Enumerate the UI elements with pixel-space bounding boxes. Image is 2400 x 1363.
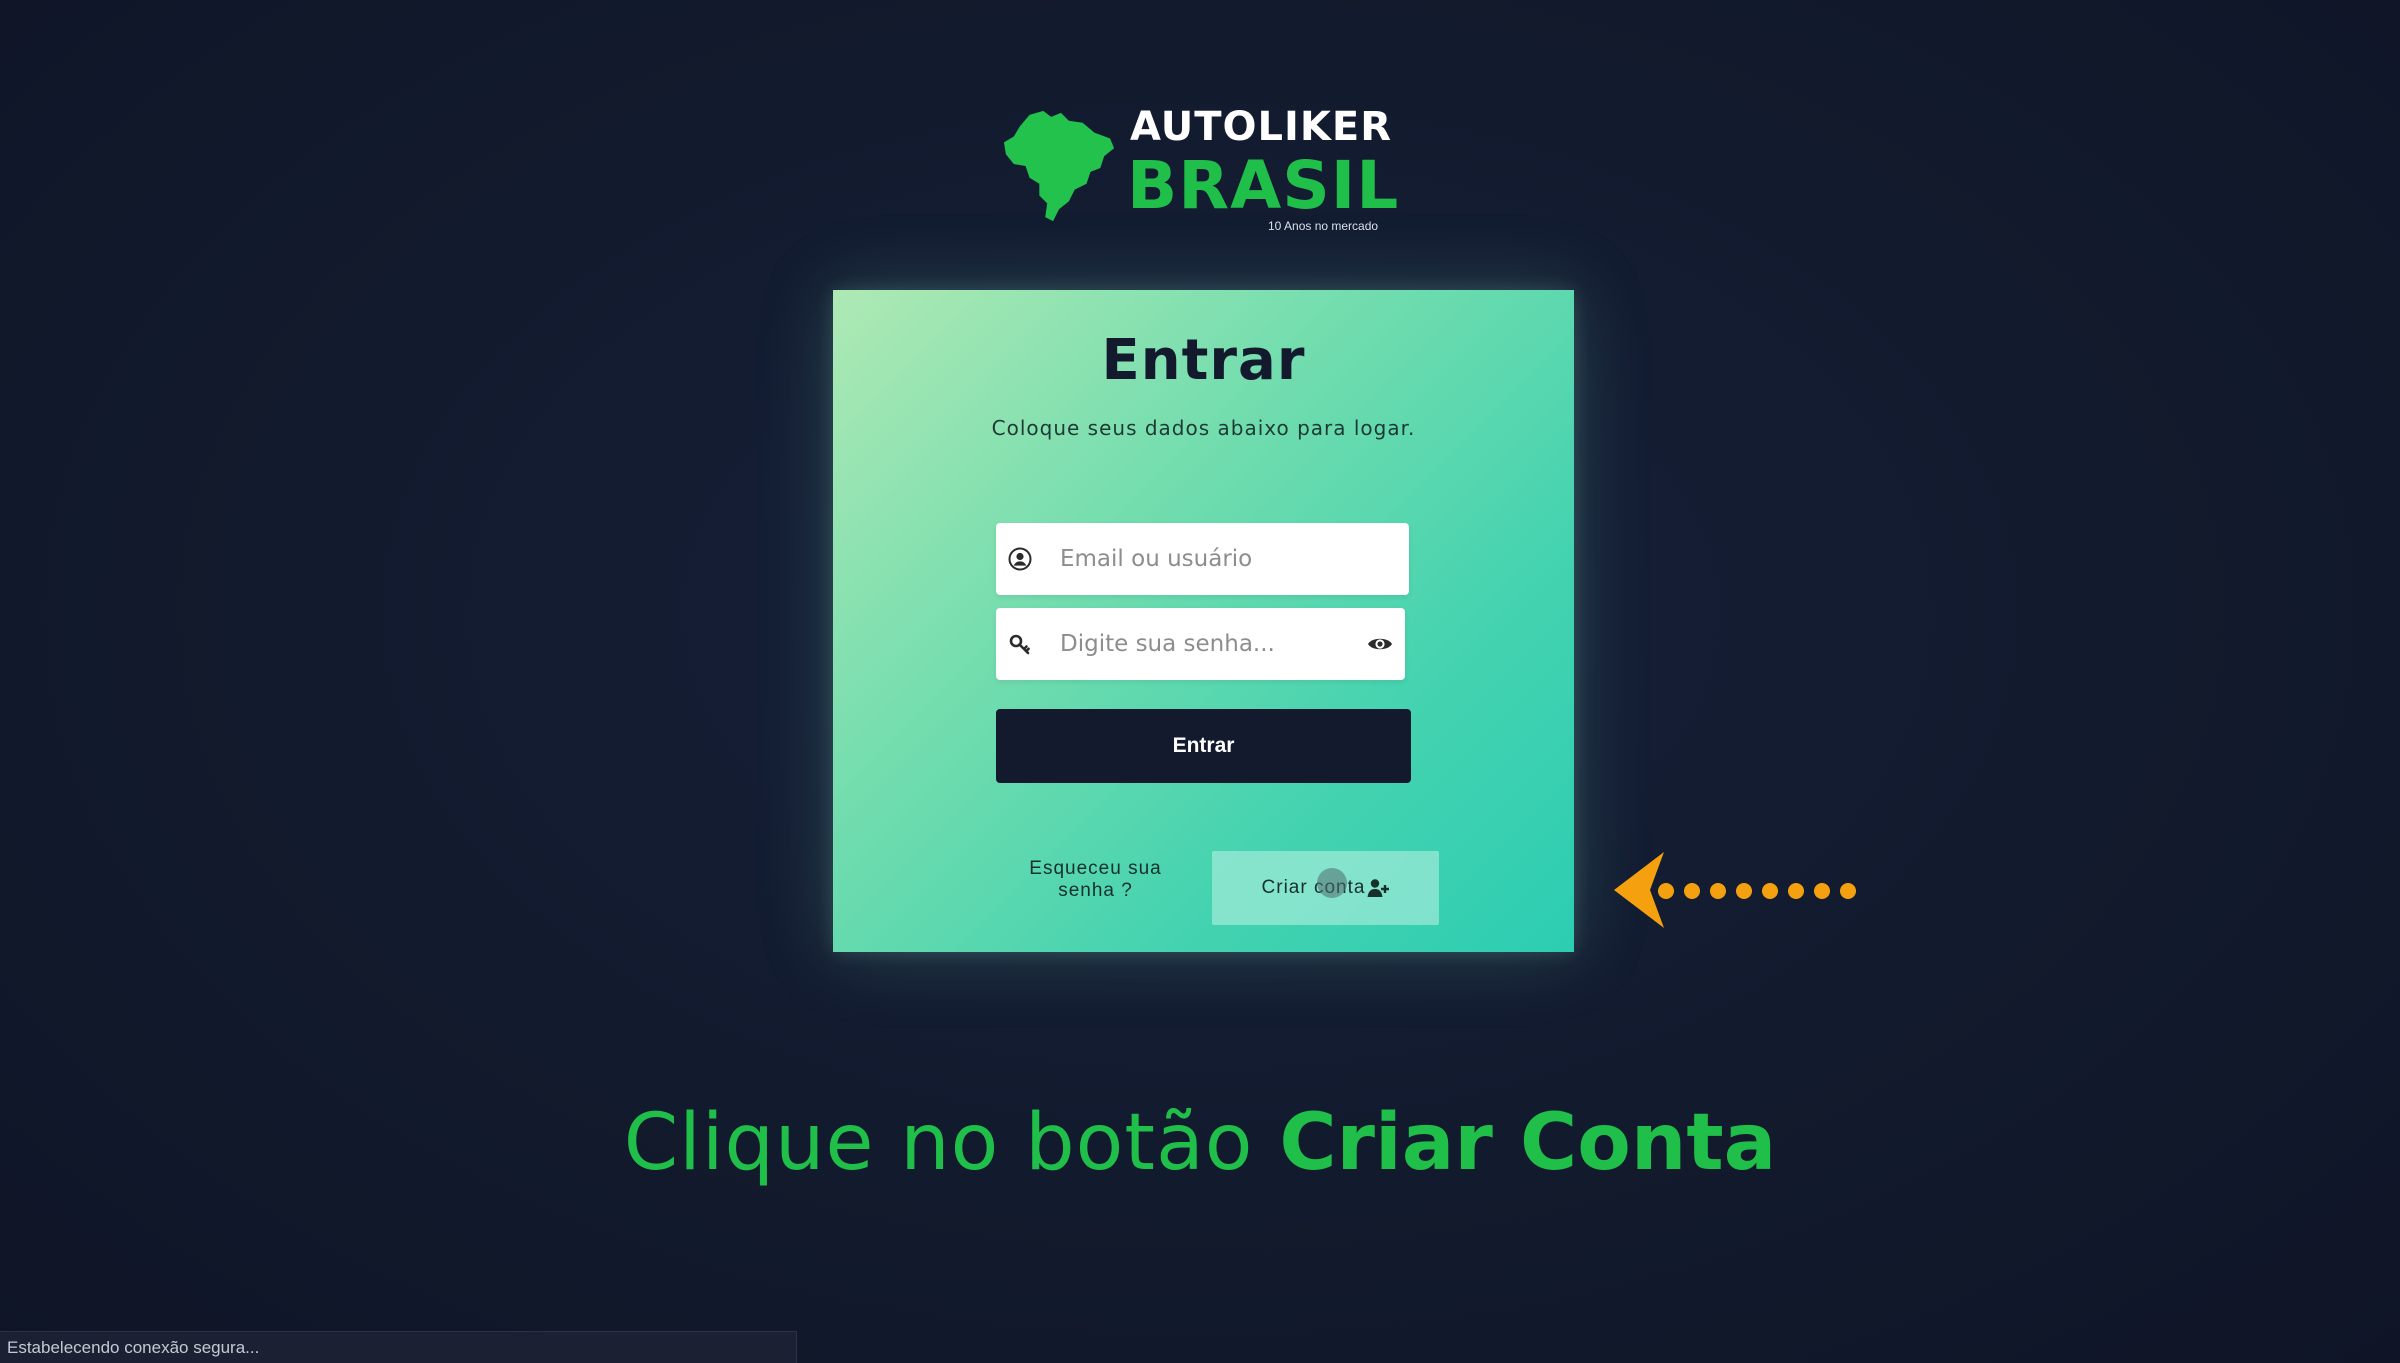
login-submit-button[interactable]: Entrar [996,709,1411,783]
instruction-prefix: Clique no botão [623,1098,1280,1188]
login-title: Entrar [1101,328,1306,393]
login-card: Entrar Coloque seus dados abaixo para lo… [833,290,1574,952]
logo-text-autoliker: AUTOLIKER [1130,104,1392,150]
instruction-highlight: Criar Conta [1279,1098,1777,1188]
user-plus-icon [1367,879,1390,897]
email-field[interactable] [996,523,1409,595]
brand-logo: AUTOLIKER BRASIL 10 Anos no mercado [1000,105,1410,235]
browser-status-bar: Estabelecendo conexão segura... [0,1331,797,1363]
create-account-button[interactable]: Criar conta [1212,851,1439,925]
password-input[interactable] [1060,608,1340,680]
instruction-caption: Clique no botão Criar Conta [0,1098,2400,1188]
logo-text-brasil: BRASIL [1127,147,1400,224]
user-circle-icon [1008,547,1032,571]
brazil-map-icon [1003,110,1115,222]
logo-tagline: 10 Anos no mercado [1268,219,1379,233]
create-account-label: Criar conta [1261,877,1366,898]
email-input[interactable] [1060,523,1340,595]
forgot-password-link[interactable]: Esqueceu sua senha ? [1013,858,1178,902]
page: AUTOLIKER BRASIL 10 Anos no mercado Entr… [0,0,2400,1363]
arrow-left-icon [1614,852,1856,928]
password-field[interactable] [996,608,1405,680]
login-subtitle: Coloque seus dados abaixo para logar. [991,416,1416,440]
eye-icon[interactable] [1367,632,1393,656]
key-icon [1009,634,1030,655]
